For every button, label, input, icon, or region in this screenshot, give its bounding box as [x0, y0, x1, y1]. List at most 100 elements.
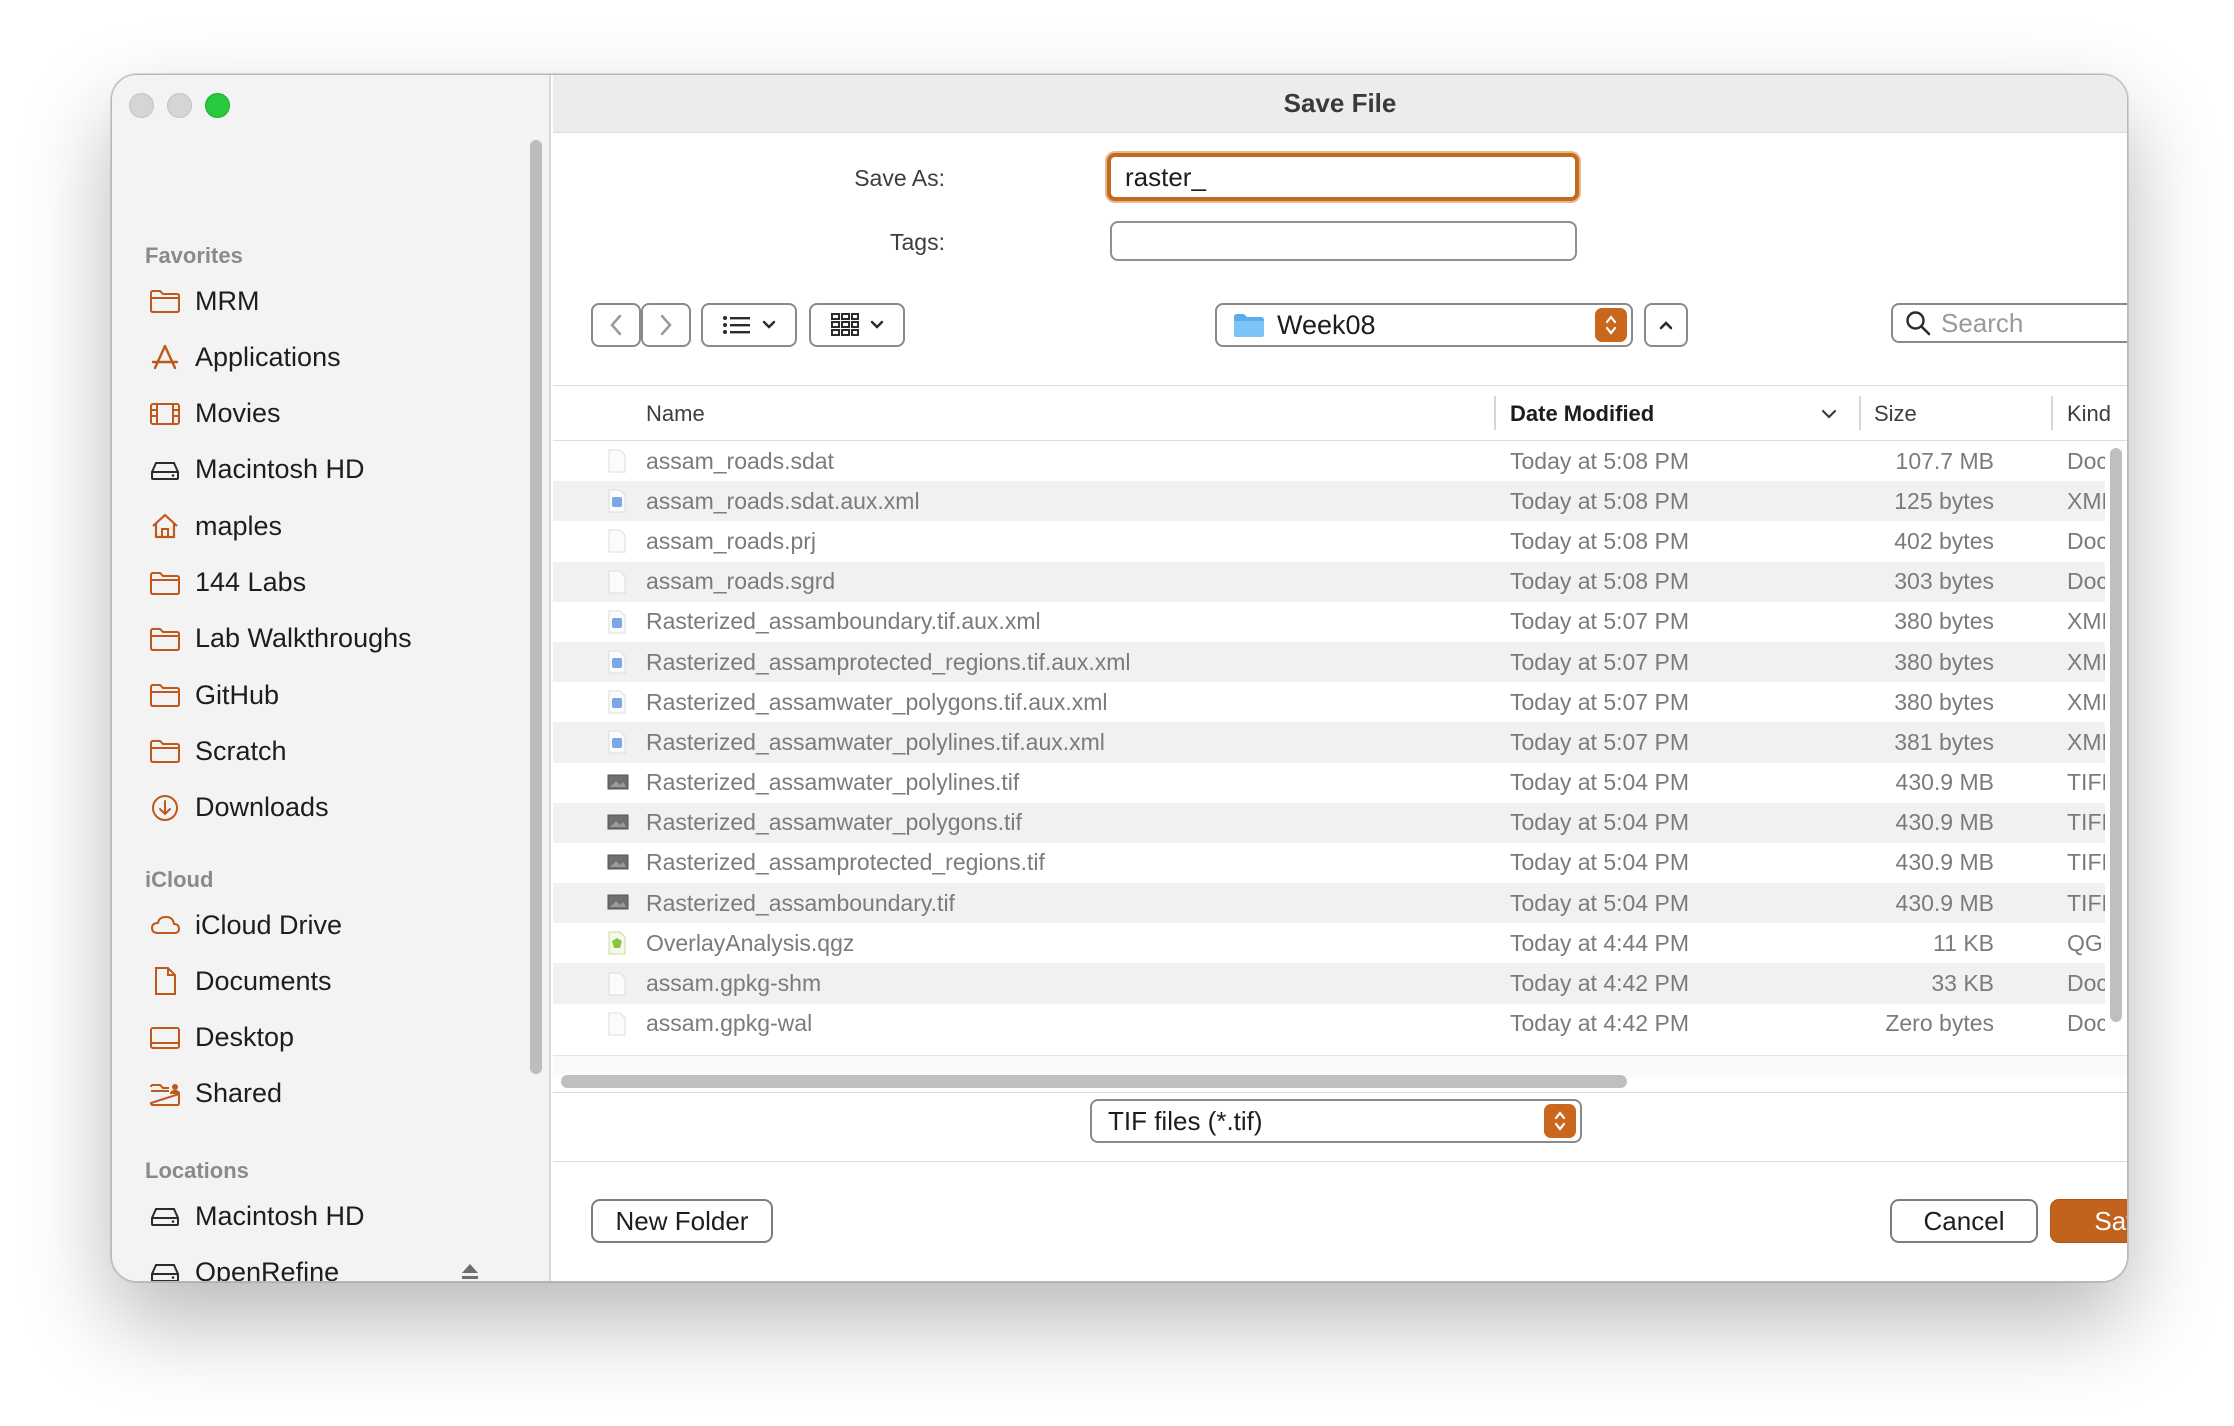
table-row[interactable]: assam.gpkg-wal Today at 4:42 PM Zero bytes… — [553, 1004, 2105, 1041]
close-window-button[interactable] — [129, 93, 154, 118]
file-kind: QGIS Project — [2067, 929, 2105, 956]
folder-icon — [148, 734, 182, 768]
sidebar-item-label: Macintosh HD — [195, 454, 365, 485]
sidebar-section-icloud[interactable]: iCloud — [145, 867, 213, 893]
sidebar-item-macintosh-hd[interactable]: Macintosh HD — [148, 1193, 518, 1239]
file-format-popup[interactable]: TIF files (*.tif) — [1090, 1099, 1582, 1143]
table-row[interactable]: OverlayAnalysis.qgz Today at 4:44 PM 11 KB… — [553, 923, 2105, 963]
table-row[interactable]: Rasterized_assamwater_polylines.tif Today… — [553, 763, 2105, 803]
back-button[interactable] — [591, 303, 641, 347]
file-size: 430.9 MB — [1895, 769, 1994, 796]
sidebar-item-downloads[interactable]: Downloads — [148, 785, 518, 831]
table-row[interactable]: assam_roads.sdat.aux.xml Today at 5:08 PM… — [553, 481, 2105, 522]
sidebar-item-icloud-drive[interactable]: iCloud Drive — [148, 902, 518, 948]
sidebar-item-macintosh-hd[interactable]: Macintosh HD — [148, 447, 518, 493]
location-popup[interactable]: Week08 — [1215, 303, 1633, 347]
save-button[interactable]: Save — [2050, 1199, 2127, 1243]
file-date-modified: Today at 4:42 PM — [1510, 970, 1689, 997]
grid-view-button[interactable] — [809, 303, 905, 347]
search-input[interactable] — [1941, 307, 2127, 339]
sidebar-item-lab-walkthroughs[interactable]: Lab Walkthroughs — [148, 616, 518, 662]
file-date-modified: Today at 4:42 PM — [1510, 1010, 1689, 1037]
file-size: 303 bytes — [1894, 568, 1994, 595]
sidebar-item-mrm[interactable]: MRM — [148, 278, 518, 324]
file-date-modified: Today at 4:44 PM — [1510, 929, 1689, 956]
sidebar-item-openrefine[interactable]: OpenRefine — [148, 1249, 518, 1282]
file-list-vertical-scrollbar[interactable] — [2110, 448, 2122, 1022]
table-row[interactable]: Rasterized_assamwater_polygons.tif Today … — [553, 802, 2105, 843]
table-row[interactable]: Rasterized_assamwater_polylines.tif.aux.… — [553, 722, 2105, 763]
sidebar-item-label: OpenRefine — [195, 1256, 340, 1282]
column-header-kind[interactable]: Kind — [2067, 386, 2111, 442]
sidebar-item-documents[interactable]: Documents — [148, 958, 518, 1004]
tags-input[interactable] — [1110, 221, 1577, 261]
file-list-horizontal-scrollbar[interactable] — [561, 1075, 1627, 1088]
footer-divider — [553, 1161, 2127, 1162]
column-header-size[interactable]: Size — [1874, 386, 1917, 442]
file-kind: Document — [2067, 970, 2105, 997]
table-row[interactable]: Rasterized_assamboundary.tif.aux.xml Toda… — [553, 602, 2105, 642]
folder-icon — [148, 284, 182, 318]
column-header-name[interactable]: Name — [646, 386, 705, 442]
save-as-input[interactable] — [1107, 153, 1579, 201]
sidebar-section-favorites[interactable]: Favorites — [145, 243, 243, 269]
sidebar-item-maples[interactable]: maples — [148, 503, 518, 549]
sidebar-item-shared[interactable]: Shared — [148, 1071, 518, 1117]
file-xml-icon — [607, 650, 627, 674]
file-date-modified: Today at 5:08 PM — [1510, 527, 1689, 554]
sidebar-item-desktop[interactable]: Desktop — [148, 1015, 518, 1061]
file-format-stepper[interactable] — [1544, 1104, 1576, 1138]
forward-button[interactable] — [641, 303, 691, 347]
sidebar-item-github[interactable]: GitHub — [148, 672, 518, 718]
minimize-window-button[interactable] — [167, 93, 192, 118]
sidebar-scrollbar[interactable] — [530, 140, 542, 1074]
table-row[interactable]: assam_roads.prj Today at 5:08 PM 402 bytes… — [553, 521, 2105, 561]
file-xml-icon — [607, 610, 627, 634]
column-header-date-modified[interactable]: Date Modified — [1510, 386, 1654, 442]
table-row[interactable]: Rasterized_assamboundary.tif Today at 5:0… — [553, 883, 2105, 924]
file-date-modified: Today at 5:07 PM — [1510, 688, 1689, 715]
eject-icon[interactable] — [460, 1257, 480, 1281]
location-popup-stepper[interactable] — [1595, 308, 1627, 342]
table-row[interactable]: Rasterized_assamprotected_regions.tif Tod… — [553, 843, 2105, 883]
sidebar-item-scratch[interactable]: Scratch — [148, 728, 518, 774]
sidebar-item-label: Downloads — [195, 792, 329, 823]
table-row[interactable]: Rasterized_assamprotected_regions.tif.au… — [553, 641, 2105, 683]
sidebar-item-label: Desktop — [195, 1022, 295, 1053]
shared-folder-icon — [148, 1077, 182, 1111]
file-blank-icon — [607, 449, 627, 473]
expand-collapse-button[interactable] — [1644, 303, 1688, 347]
sidebar-item-applications[interactable]: Applications — [148, 334, 518, 380]
file-xml-icon — [607, 690, 627, 714]
sidebar-item-movies[interactable]: Movies — [148, 391, 518, 437]
sidebar-item-144-labs[interactable]: 144 Labs — [148, 560, 518, 606]
sidebar-item-label: Scratch — [195, 735, 287, 766]
applications-icon — [148, 340, 182, 374]
column-divider[interactable] — [1494, 396, 1496, 430]
table-row[interactable]: assam_roads.sdat Today at 5:08 PM 107.7 MB… — [553, 441, 2105, 481]
table-row[interactable]: assam_roads.sgrd Today at 5:08 PM 303 byte… — [553, 561, 2105, 602]
list-view-button[interactable] — [701, 303, 797, 347]
new-folder-button[interactable]: New Folder — [591, 1199, 773, 1243]
file-kind: XML Document — [2067, 688, 2105, 715]
zoom-window-button[interactable] — [205, 93, 230, 118]
cancel-button[interactable]: Cancel — [1890, 1199, 2038, 1243]
file-date-modified: Today at 5:04 PM — [1510, 889, 1689, 916]
folder-icon — [148, 566, 182, 600]
file-name: Rasterized_assamprotected_regions.tif.au… — [646, 648, 1131, 675]
sidebar-section-locations[interactable]: Locations — [145, 1158, 249, 1184]
file-name: assam_roads.sdat.aux.xml — [646, 487, 920, 514]
download-icon — [148, 791, 182, 825]
file-name: assam.gpkg-shm — [646, 970, 822, 997]
search-field[interactable] — [1891, 303, 2127, 343]
column-divider[interactable] — [2051, 396, 2053, 430]
file-name: assam.gpkg-wal — [646, 1010, 813, 1037]
table-row[interactable]: assam.gpkg-shm Today at 4:42 PM 33 KB Docum… — [553, 963, 2105, 1004]
file-blank-icon — [607, 972, 627, 996]
sidebar-item-label: Macintosh HD — [195, 1200, 365, 1231]
table-row[interactable]: Rasterized_assamwater_polygons.tif.aux.x… — [553, 682, 2105, 722]
column-divider[interactable] — [1859, 396, 1861, 430]
save-as-label: Save As: — [854, 165, 945, 191]
document-icon — [148, 964, 182, 998]
file-size: 430.9 MB — [1895, 889, 1994, 916]
